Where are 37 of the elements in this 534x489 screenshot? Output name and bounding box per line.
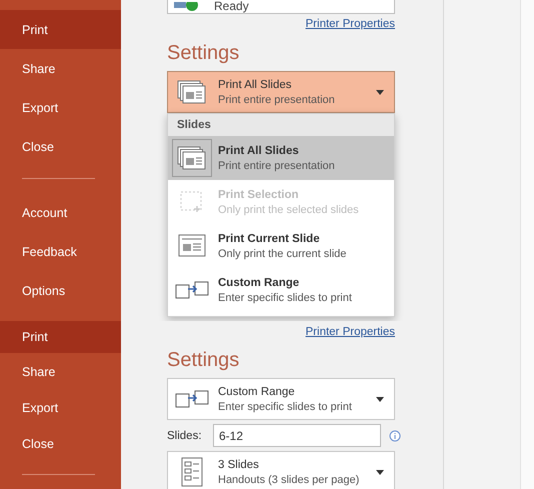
menu-item[interactable]: Custom Range Enter specific slides to print [168, 268, 394, 312]
printer-properties-link[interactable]: Printer Properties [167, 326, 395, 338]
settings-heading: Settings [167, 349, 240, 372]
caret-icon [376, 470, 384, 474]
printer-ready-icon [174, 2, 200, 12]
caret-icon [376, 396, 384, 402]
printer-status: Ready [214, 0, 249, 12]
slides-stack-icon [177, 80, 207, 104]
sidebar-item[interactable]: Print [0, 321, 121, 354]
sidebar-item[interactable]: Close [0, 127, 121, 166]
range-icon [175, 389, 209, 409]
menu-item[interactable]: Print Current Slide Only print the current slide [168, 224, 394, 268]
sidebar-item[interactable]: Export [0, 88, 121, 127]
field-label: Slides: [167, 430, 203, 442]
print-range-dropdown[interactable]: 3 Slides Handouts (3 slides per page) [167, 451, 395, 489]
printer-box[interactable]: Ready [167, 0, 395, 14]
sidebar-item[interactable]: Feedback [0, 232, 121, 271]
menu-header: Slides [168, 114, 394, 136]
print-range-dropdown[interactable]: Print All Slides Print entire presentation [167, 71, 395, 113]
sidebar-item[interactable]: Share [0, 353, 121, 390]
sidebar-item[interactable]: Options [0, 271, 121, 310]
menu-item[interactable]: Print All Slides Print entire presentation [168, 136, 394, 180]
settings-heading: Settings [167, 42, 240, 65]
sidebar-item[interactable]: Account [0, 193, 121, 232]
caret-icon [376, 90, 384, 94]
range-icon [175, 280, 209, 300]
print-range-dropdown[interactable]: Custom Range Enter specific slides to print [167, 378, 395, 420]
slide-icon [178, 234, 206, 258]
info-icon[interactable] [389, 430, 401, 442]
sidebar-item[interactable]: Close [0, 426, 121, 462]
sidebar-item[interactable]: Print [0, 10, 121, 49]
sidebar-item[interactable]: Share [0, 49, 121, 88]
handout-page-icon [181, 457, 203, 487]
slides-stack-icon [177, 146, 207, 170]
slides-input[interactable]: 6-12 [213, 424, 381, 447]
printer-properties-link[interactable]: Printer Properties [167, 18, 395, 30]
sidebar-item[interactable]: Export [0, 390, 121, 426]
